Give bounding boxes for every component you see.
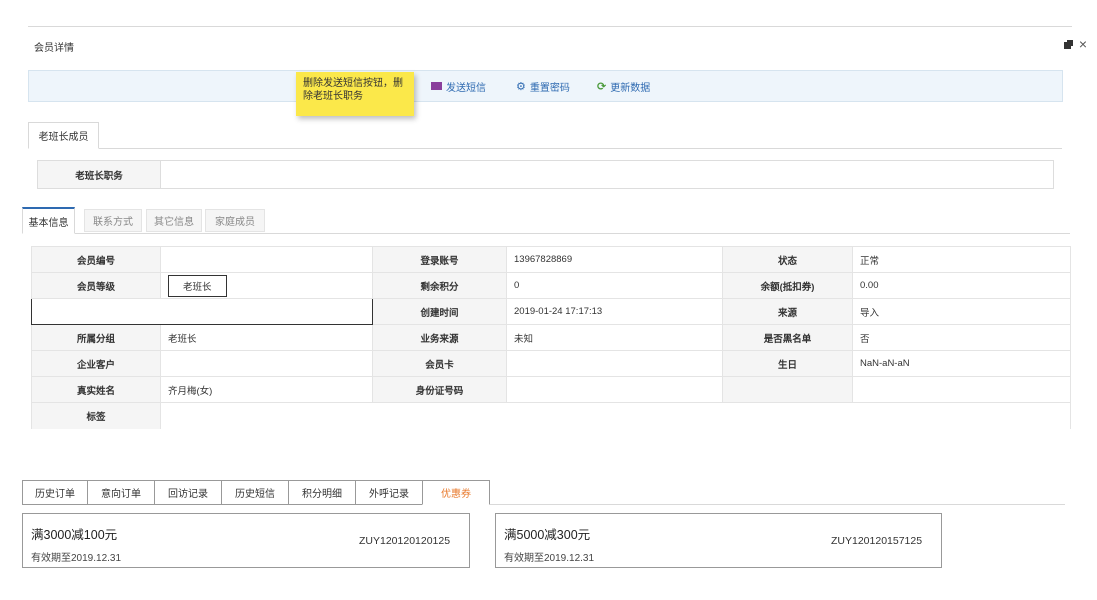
table-row: 真实姓名 齐月梅(女) 身份证号码 <box>31 376 1071 403</box>
login-value: 13967828869 <box>506 246 723 273</box>
member-no-value <box>160 246 373 273</box>
coupon-title: 满3000减100元 <box>31 528 118 542</box>
window-title: 会员详情 <box>34 43 74 54</box>
table-row: 会员编号 登录账号 13967828869 状态 正常 <box>31 246 1071 273</box>
tab-history-orders[interactable]: 历史订单 <box>22 480 88 505</box>
coupon-code: ZUY120120157125 <box>831 535 923 547</box>
source-value: 导入 <box>852 298 1071 325</box>
empty-value-cell <box>852 376 1071 403</box>
reset-password-button[interactable]: ⚙ 重置密码 <box>516 71 570 101</box>
realname-value: 齐月梅(女) <box>160 376 373 403</box>
tags-label: 标签 <box>31 402 161 429</box>
table-row: 所属分组 老班长 业务来源 未知 是否黑名单 否 <box>31 324 1071 351</box>
status-label: 状态 <box>722 246 853 273</box>
level-label: 会员等级 <box>31 272 161 299</box>
header-divider <box>28 26 1072 27</box>
group-value: 老班长 <box>160 324 373 351</box>
blacklist-label: 是否黑名单 <box>722 324 853 351</box>
table-row: 标签 <box>31 402 1071 429</box>
balance-label: 余额(抵扣券) <box>722 272 853 299</box>
restore-window-icon[interactable] <box>1063 39 1073 49</box>
close-icon[interactable]: × <box>1079 36 1087 52</box>
coupon-expiry: 有效期至2019.12.31 <box>31 553 122 564</box>
idcard-label: 身份证号码 <box>372 376 507 403</box>
tab-sms-history[interactable]: 历史短信 <box>221 480 289 505</box>
gear-icon: ⚙ <box>516 80 526 93</box>
tab-visit-records[interactable]: 回访记录 <box>154 480 222 505</box>
company-value <box>160 350 373 377</box>
empty-label-cell <box>722 376 853 403</box>
coupon-card[interactable]: 满3000减100元 有效期至2019.12.31 ZUY12012012012… <box>22 513 470 568</box>
tab-contact[interactable]: 联系方式 <box>84 209 142 232</box>
points-label: 剩余积分 <box>372 272 507 299</box>
card-label: 会员卡 <box>372 350 507 377</box>
annotation-note: 删除发送短信按钮，删除老班长职务 <box>296 72 414 116</box>
biz-source-label: 业务来源 <box>372 324 507 351</box>
status-value: 正常 <box>852 246 1071 273</box>
table-row: 会员等级 老班长 剩余积分 0 余额(抵扣券) 0.00 <box>31 272 1071 299</box>
tags-value <box>160 402 1071 429</box>
created-label: 创建时间 <box>372 298 507 325</box>
card-value <box>506 350 723 377</box>
coupon-title: 满5000减300元 <box>504 528 591 542</box>
reset-password-label: 重置密码 <box>529 82 570 94</box>
send-sms-label: 发送短信 <box>446 82 486 94</box>
info-tab-line <box>22 233 1070 234</box>
blacklist-value: 否 <box>852 324 1071 351</box>
refresh-data-button[interactable]: ⟳ 更新数据 <box>597 71 650 101</box>
bottom-tab-line <box>489 504 1065 505</box>
tab-coupons[interactable]: 优惠券 <box>422 480 490 505</box>
tab-basic-info[interactable]: 基本信息 <box>22 207 75 234</box>
created-value: 2019-01-24 17:17:13 <box>506 298 723 325</box>
member-info-table: 会员编号 登录账号 13967828869 状态 正常 会员等级 老班长 剩余积… <box>31 246 1071 429</box>
tab-call-records[interactable]: 外呼记录 <box>355 480 423 505</box>
coupon-expiry: 有效期至2019.12.31 <box>504 553 595 564</box>
coupon-code: ZUY120120120125 <box>359 535 451 547</box>
birthday-value: NaN-aN-aN <box>852 350 1071 377</box>
action-toolbar: 发送短信 ⚙ 重置密码 ⟳ 更新数据 <box>28 70 1063 102</box>
balance-value: 0.00 <box>852 272 1071 299</box>
refresh-icon: ⟳ <box>597 80 607 93</box>
company-label: 企业客户 <box>31 350 161 377</box>
position-label: 老班长职务 <box>38 161 161 188</box>
idcard-value <box>506 376 723 403</box>
position-field-row: 老班长职务 <box>37 160 1054 189</box>
blank-input-cell[interactable] <box>31 298 373 325</box>
position-input[interactable] <box>161 161 1053 188</box>
send-sms-button[interactable]: 发送短信 <box>431 71 486 101</box>
section-tab-line <box>28 148 1062 149</box>
tab-intent-orders[interactable]: 意向订单 <box>87 480 155 505</box>
points-value: 0 <box>506 272 723 299</box>
refresh-data-label: 更新数据 <box>610 82 651 94</box>
level-value[interactable]: 老班长 <box>168 274 227 297</box>
window-controls: × <box>1063 36 1087 52</box>
coupon-card[interactable]: 满5000减300元 有效期至2019.12.31 ZUY12012015712… <box>495 513 942 568</box>
table-row: 创建时间 2019-01-24 17:17:13 来源 导入 <box>31 298 1071 325</box>
biz-source-value: 未知 <box>506 324 723 351</box>
tab-family[interactable]: 家庭成员 <box>205 209 265 232</box>
member-no-label: 会员编号 <box>31 246 161 273</box>
tab-points-detail[interactable]: 积分明细 <box>288 480 356 505</box>
birthday-label: 生日 <box>722 350 853 377</box>
login-label: 登录账号 <box>372 246 507 273</box>
source-label: 来源 <box>722 298 853 325</box>
tab-other-info[interactable]: 其它信息 <box>146 209 202 232</box>
realname-label: 真实姓名 <box>31 376 161 403</box>
tab-veteran-members[interactable]: 老班长成员 <box>28 122 99 149</box>
level-cell: 老班长 <box>160 272 373 299</box>
envelope-icon <box>431 82 442 90</box>
group-label: 所属分组 <box>31 324 161 351</box>
table-row: 企业客户 会员卡 生日 NaN-aN-aN <box>31 350 1071 377</box>
